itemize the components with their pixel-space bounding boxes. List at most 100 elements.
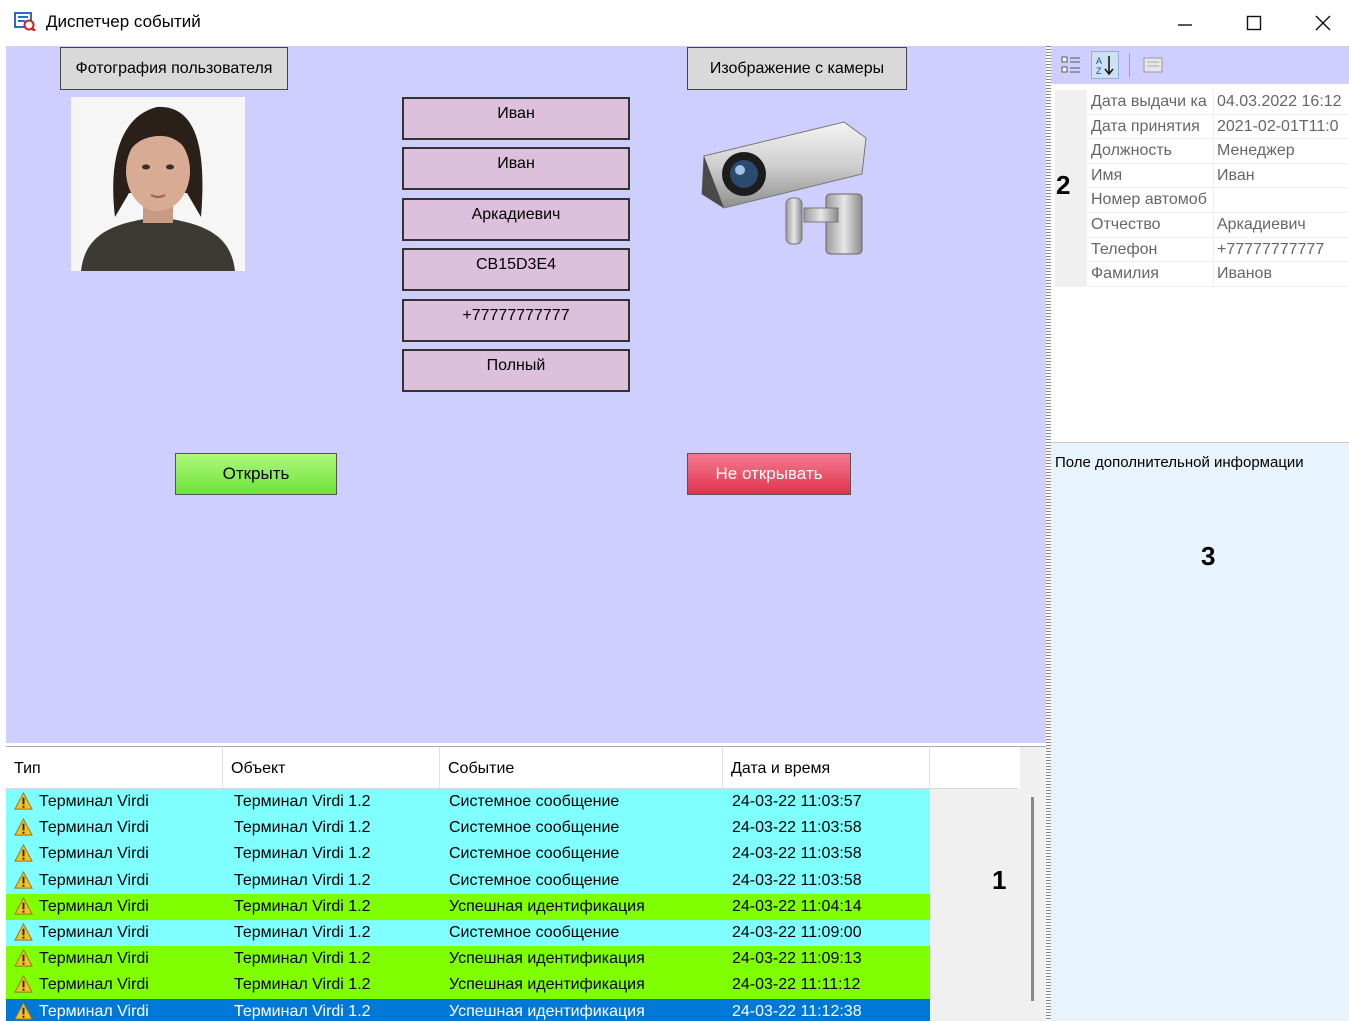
property-row[interactable]: Дата выдачи ка 04.03.2022 16:12 (1055, 90, 1349, 115)
cell-type: Терминал Virdi (39, 1002, 149, 1020)
open-button[interactable]: Открыть (175, 453, 337, 495)
cell-object: Терминал Virdi 1.2 (234, 819, 371, 837)
property-pages-button[interactable] (1139, 51, 1167, 79)
property-divider (1213, 114, 1214, 140)
property-name: Дата принятия (1091, 117, 1211, 136)
property-grid: Дата выдачи ка 04.03.2022 16:12 Дата приня… (1055, 90, 1349, 287)
cell-event: Успешная идентификация (449, 897, 645, 915)
property-name: Отчество (1091, 215, 1211, 234)
cell-type: Терминал Virdi (39, 976, 149, 994)
warning-icon (14, 975, 33, 993)
photo-label: Фотография пользователя (60, 47, 288, 90)
cell-type: Терминал Virdi (39, 950, 149, 968)
property-name: Должность (1091, 142, 1211, 161)
property-divider (1213, 262, 1214, 287)
cell-datetime: 24-03-22 11:09:13 (732, 950, 862, 968)
property-separator (1087, 285, 1349, 287)
property-row[interactable]: Дата принятия 2021-02-01T11:0 (1055, 114, 1349, 140)
column-header-type[interactable]: Тип (6, 747, 223, 789)
maximize-button[interactable] (1224, 0, 1284, 46)
svg-text:Z: Z (1096, 66, 1102, 76)
warning-icon (14, 922, 33, 941)
cell-object: Терминал Virdi 1.2 (234, 845, 371, 863)
cell-event: Системное сообщение (449, 871, 620, 889)
table-row[interactable]: Терминал Virdi Терминал Virdi 1.2 Системно… (6, 867, 930, 894)
annotation-number-3: 3 (1201, 541, 1216, 571)
property-gutter (1055, 262, 1087, 287)
cell-object: Терминал Virdi 1.2 (234, 923, 371, 941)
property-row[interactable]: Телефон +77777777777 (1055, 237, 1349, 263)
event-form: Фотография пользователя Изображение с ка… (6, 46, 1046, 743)
property-gutter (1055, 114, 1087, 140)
property-name: Дата выдачи ка (1091, 93, 1211, 111)
property-name: Фамилия (1091, 265, 1211, 284)
categorized-view-button[interactable] (1057, 51, 1085, 79)
event-table: Тип Объект Событие Дата и время Терминал… (6, 746, 1046, 1021)
minimize-button[interactable] (1155, 0, 1215, 46)
table-row[interactable]: Терминал Virdi Терминал Virdi 1.2 Успешная… (6, 893, 930, 920)
sort-az-icon: A Z (1096, 56, 1114, 76)
property-divider (1213, 139, 1214, 164)
cell-object: Терминал Virdi 1.2 (234, 793, 371, 810)
property-value[interactable]: Менеджер (1217, 142, 1349, 160)
user-portrait-image (71, 97, 245, 271)
property-row[interactable]: Отчество Аркадиевич (1055, 212, 1349, 238)
cell-event: Системное сообщение (449, 819, 620, 837)
property-row[interactable]: Номер автомоб (1055, 188, 1349, 213)
table-row[interactable]: Терминал Virdi Терминал Virdi 1.2 Системно… (6, 789, 930, 816)
card-number-field: CB15D3E4 (402, 248, 630, 291)
alphabetical-view-button[interactable]: A Z (1091, 51, 1119, 79)
table-row[interactable]: Терминал Virdi Терминал Virdi 1.2 Системно… (6, 815, 930, 842)
property-row[interactable]: Фамилия Иванов (1055, 262, 1349, 287)
table-header: Тип Объект Событие Дата и время (6, 747, 1018, 789)
property-value[interactable]: Иван (1217, 167, 1349, 185)
warning-icon (14, 818, 33, 836)
warning-icon (14, 792, 33, 810)
property-name: Номер автомоб (1091, 191, 1211, 210)
column-header-object[interactable]: Объект (223, 747, 440, 789)
table-row[interactable]: Терминал Virdi Терминал Virdi 1.2 Системно… (6, 919, 930, 947)
table-row[interactable]: Терминал Virdi Терминал Virdi 1.2 Успешная… (6, 946, 930, 973)
property-row[interactable]: Должность Менеджер (1055, 139, 1349, 164)
cell-type: Терминал Virdi (39, 819, 149, 837)
table-row[interactable]: Терминал Virdi Терминал Virdi 1.2 Успешная… (6, 972, 930, 999)
property-divider (1213, 237, 1214, 263)
column-header-event[interactable]: Событие (440, 747, 723, 789)
close-icon (1315, 15, 1331, 31)
cell-event: Успешная идентификация (449, 950, 645, 968)
property-pages-icon (1143, 57, 1163, 73)
cell-datetime: 24-03-22 11:03:58 (732, 819, 862, 837)
deny-button[interactable]: Не открывать (687, 453, 851, 495)
column-header-datetime[interactable]: Дата и время (723, 747, 930, 789)
property-gutter (1055, 212, 1087, 238)
cell-datetime: 24-03-22 11:03:57 (732, 793, 862, 810)
camera-label: Изображение с камеры (687, 47, 907, 90)
property-gutter (1055, 237, 1087, 263)
table-row[interactable]: Терминал Virdi Терминал Virdi 1.2 Системно… (6, 841, 930, 868)
property-grid-panel: A Z Дата выдачи ка 04.03.2022 16:12 Дата п… (1051, 46, 1349, 442)
categorized-icon (1061, 56, 1080, 73)
cell-object: Терминал Virdi 1.2 (234, 897, 371, 915)
property-name: Имя (1091, 166, 1211, 185)
cell-event: Системное сообщение (449, 845, 620, 863)
title-bar: Диспетчер событий (0, 0, 1349, 46)
property-divider (1213, 90, 1214, 115)
property-value[interactable]: +77777777777 (1217, 241, 1349, 259)
scrollbar-thumb[interactable] (1031, 797, 1034, 1001)
cell-event: Системное сообщение (449, 793, 620, 810)
property-divider (1213, 212, 1214, 238)
property-value[interactable]: Иванов (1217, 265, 1349, 283)
property-value[interactable]: 04.03.2022 16:12 (1217, 93, 1349, 111)
property-row[interactable]: Имя Иван (1055, 163, 1349, 189)
property-gutter (1055, 90, 1087, 115)
property-value[interactable]: Аркадиевич (1217, 216, 1349, 234)
table-scrollbar[interactable] (1020, 747, 1046, 1021)
close-button[interactable] (1293, 0, 1349, 46)
property-divider (1213, 188, 1214, 213)
additional-info-label: Поле дополнительной информации (1055, 454, 1304, 471)
annotation-number-2: 2 (1056, 170, 1071, 200)
warning-icon (14, 949, 33, 967)
table-row[interactable]: Терминал Virdi Терминал Virdi 1.2 Успешная… (6, 998, 930, 1021)
first-name-field: Иван (402, 97, 630, 140)
property-value[interactable]: 2021-02-01T11:0 (1217, 118, 1349, 136)
